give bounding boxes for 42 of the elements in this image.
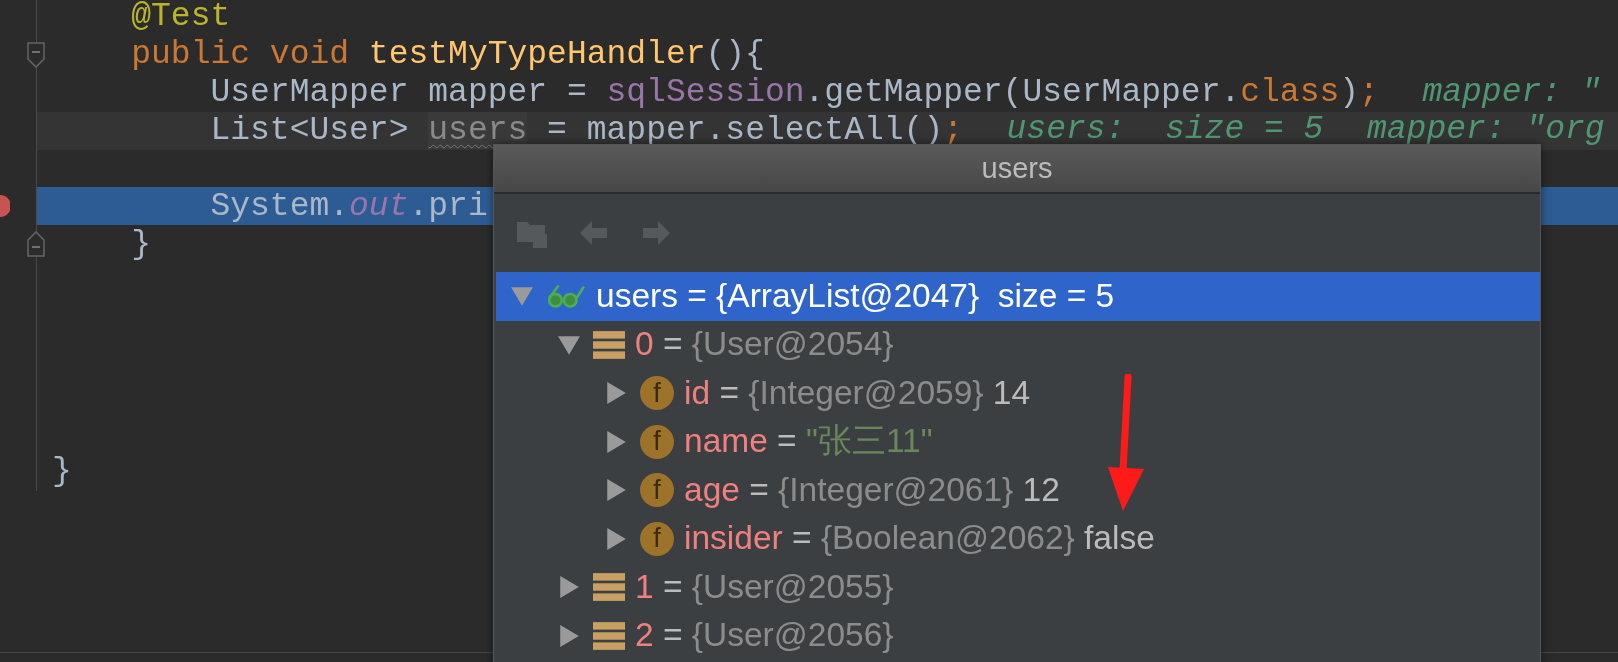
variable-label: name = "张三11" (684, 422, 933, 461)
tree-row[interactable]: f id = {Integer@2059} 14 (496, 369, 1540, 418)
expand-triangle-icon[interactable] (604, 381, 628, 406)
variable-label: 2 = {User@2056} (635, 616, 894, 655)
expand-triangle-icon[interactable] (557, 575, 581, 600)
stack-icon (593, 328, 625, 361)
variable-label: insider = {Boolean@2062} false (684, 519, 1155, 558)
code-line: System.out.pri (210, 189, 488, 223)
tree-row[interactable]: f name = "张三11" (496, 417, 1540, 466)
tree-row[interactable]: f age = {Integer@2061} 12 (496, 466, 1540, 515)
tree-row[interactable]: 0 = {User@2054} (496, 320, 1540, 369)
variable-label: 1 = {User@2055} (635, 568, 894, 607)
field-icon: f (640, 521, 674, 556)
stack-icon (593, 571, 625, 604)
expand-triangle-icon[interactable] (604, 429, 628, 454)
code-line: UserMapper mapper = sqlSession.getMapper(UserMapper.class); (210, 76, 1379, 110)
variable-label: users = {ArrayList@2047} size = 5 (596, 277, 1115, 316)
field-icon: f (640, 376, 674, 411)
code-line: } (131, 227, 152, 261)
glasses-icon (546, 282, 586, 311)
code-line: public void testMyTypeHandler(){ (131, 38, 765, 72)
variable-label: 0 = {User@2054} (635, 325, 894, 364)
fold-icon (27, 41, 45, 68)
stack-icon (593, 619, 625, 652)
tree-row[interactable]: users = {ArrayList@2047} size = 5 (496, 272, 1540, 321)
variable-label: age = {Integer@2061} 12 (684, 471, 1060, 510)
tree-row[interactable]: 2 = {User@2056} (496, 611, 1540, 660)
expand-triangle-icon[interactable] (604, 478, 628, 503)
code-line: List<User> users = mapper.selectAll(); (210, 114, 963, 148)
expand-triangle-icon[interactable] (604, 526, 628, 551)
code-line: @Test (131, 0, 231, 34)
breakpoint-icon (0, 195, 10, 218)
popup-title: users (494, 145, 1540, 194)
tree-row[interactable]: f insider = {Boolean@2062} false (496, 514, 1540, 563)
inline-hint: mapper: " (1422, 74, 1601, 111)
expand-triangle-icon[interactable] (557, 623, 581, 648)
tree-row[interactable]: 1 = {User@2055} (496, 563, 1540, 612)
fold-icon (27, 231, 45, 258)
field-icon: f (640, 424, 674, 459)
code-line: } (52, 455, 72, 489)
variable-label: id = {Integer@2059} 14 (684, 374, 1031, 413)
field-icon: f (640, 473, 674, 508)
